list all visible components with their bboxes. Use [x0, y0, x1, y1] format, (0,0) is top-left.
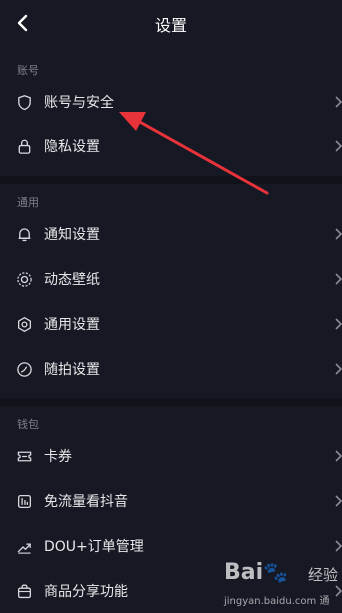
settings-item-label: 随拍设置: [44, 362, 100, 378]
settings-item-privacy[interactable]: 隐私设置: [0, 124, 342, 168]
chevron-right-icon: [335, 585, 342, 597]
shield-icon: [15, 93, 33, 111]
section-header-account: 账号: [17, 64, 39, 77]
settings-item-label: 动态壁纸: [44, 272, 100, 288]
settings-item-label: 通知设置: [44, 227, 100, 243]
settings-item-free-data[interactable]: 免流量看抖音: [0, 479, 342, 523]
section-divider: [0, 176, 342, 184]
lock-icon: [15, 137, 33, 155]
settings-item-general[interactable]: 通用设置: [0, 302, 342, 346]
chevron-right-icon: [335, 273, 342, 285]
settings-item-coupons[interactable]: 卡券: [0, 434, 342, 478]
wallpaper-icon: [15, 270, 33, 288]
section-header-general: 通用: [17, 196, 39, 209]
settings-item-label: 卡券: [44, 449, 72, 465]
ticket-icon: [15, 447, 33, 465]
shoot-icon: [15, 360, 33, 378]
gear-icon: [15, 315, 33, 333]
settings-item-product-share[interactable]: 商品分享功能: [0, 569, 342, 613]
chevron-right-icon: [335, 540, 342, 552]
settings-item-label: 商品分享功能: [44, 584, 128, 600]
settings-item-shoot[interactable]: 随拍设置: [0, 347, 342, 391]
settings-item-label: 免流量看抖音: [44, 494, 128, 510]
top-bar: 设置: [0, 0, 342, 46]
chevron-right-icon: [335, 228, 342, 240]
chevron-right-icon: [335, 96, 342, 108]
settings-item-notifications[interactable]: 通知设置: [0, 212, 342, 256]
trend-icon: [15, 537, 33, 555]
chevron-right-icon: [335, 140, 342, 152]
settings-item-account-security[interactable]: 账号与安全: [0, 80, 342, 124]
settings-item-live-wallpaper[interactable]: 动态壁纸: [0, 257, 342, 301]
bell-icon: [15, 225, 33, 243]
chevron-right-icon: [335, 450, 342, 462]
chevron-right-icon: [335, 363, 342, 375]
chevron-right-icon: [335, 318, 342, 330]
page-title: 设置: [154, 16, 187, 35]
chevron-right-icon: [335, 495, 342, 507]
settings-item-label: 隐私设置: [44, 139, 100, 155]
settings-item-label: DOU+订单管理: [44, 539, 144, 555]
section-header-wallet: 钱包: [17, 418, 39, 431]
data-plan-icon: [15, 492, 33, 510]
settings-item-label: 通用设置: [44, 317, 100, 333]
settings-item-label: 账号与安全: [44, 95, 114, 111]
section-divider: [0, 398, 342, 406]
settings-item-dou-orders[interactable]: DOU+订单管理: [0, 524, 342, 568]
shopping-bag-icon: [15, 582, 33, 600]
